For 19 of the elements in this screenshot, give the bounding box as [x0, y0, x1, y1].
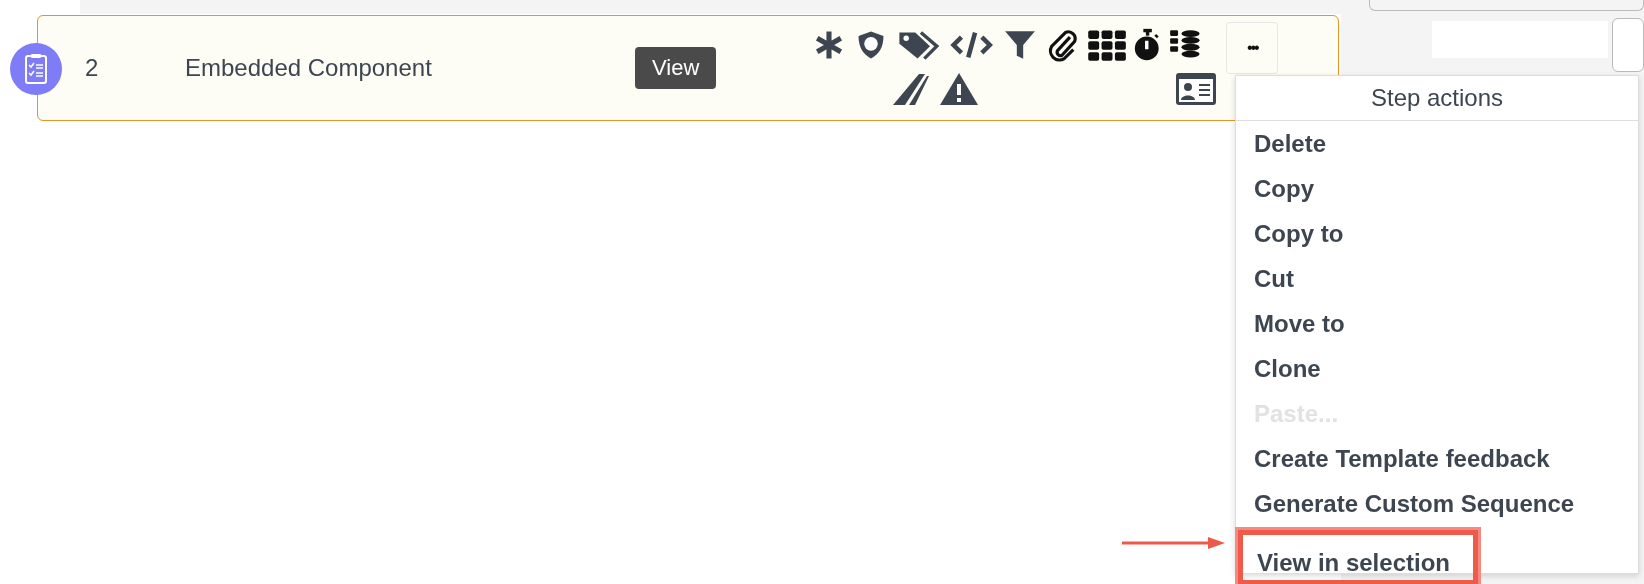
menu-item[interactable]: Clone	[1236, 346, 1638, 391]
menu-item[interactable]: Delete	[1236, 121, 1638, 166]
menu-item[interactable]: Cut	[1236, 256, 1638, 301]
grid-icon[interactable]	[1086, 28, 1126, 62]
stopwatch-icon[interactable]	[1133, 28, 1161, 62]
view-button[interactable]: View	[635, 47, 717, 89]
menu-item[interactable]: Copy	[1236, 166, 1638, 211]
step-name: Embedded Component	[185, 54, 433, 82]
road-icon[interactable]	[891, 72, 932, 106]
id-card-icon[interactable]	[1176, 73, 1217, 105]
menu-item[interactable]: Copy to	[1236, 211, 1638, 256]
menu-title: Step actions	[1236, 76, 1638, 121]
more-button[interactable]: •••	[1226, 22, 1279, 74]
warning-icon[interactable]	[939, 72, 980, 106]
step-number: 2	[85, 54, 100, 82]
menu-item[interactable]: Move to	[1236, 301, 1638, 346]
menu-item[interactable]: Create Template feedback	[1236, 436, 1638, 481]
menu-item[interactable]: Generate Custom Sequence	[1236, 481, 1638, 526]
menu-item[interactable]: View in selection	[1238, 530, 1478, 584]
